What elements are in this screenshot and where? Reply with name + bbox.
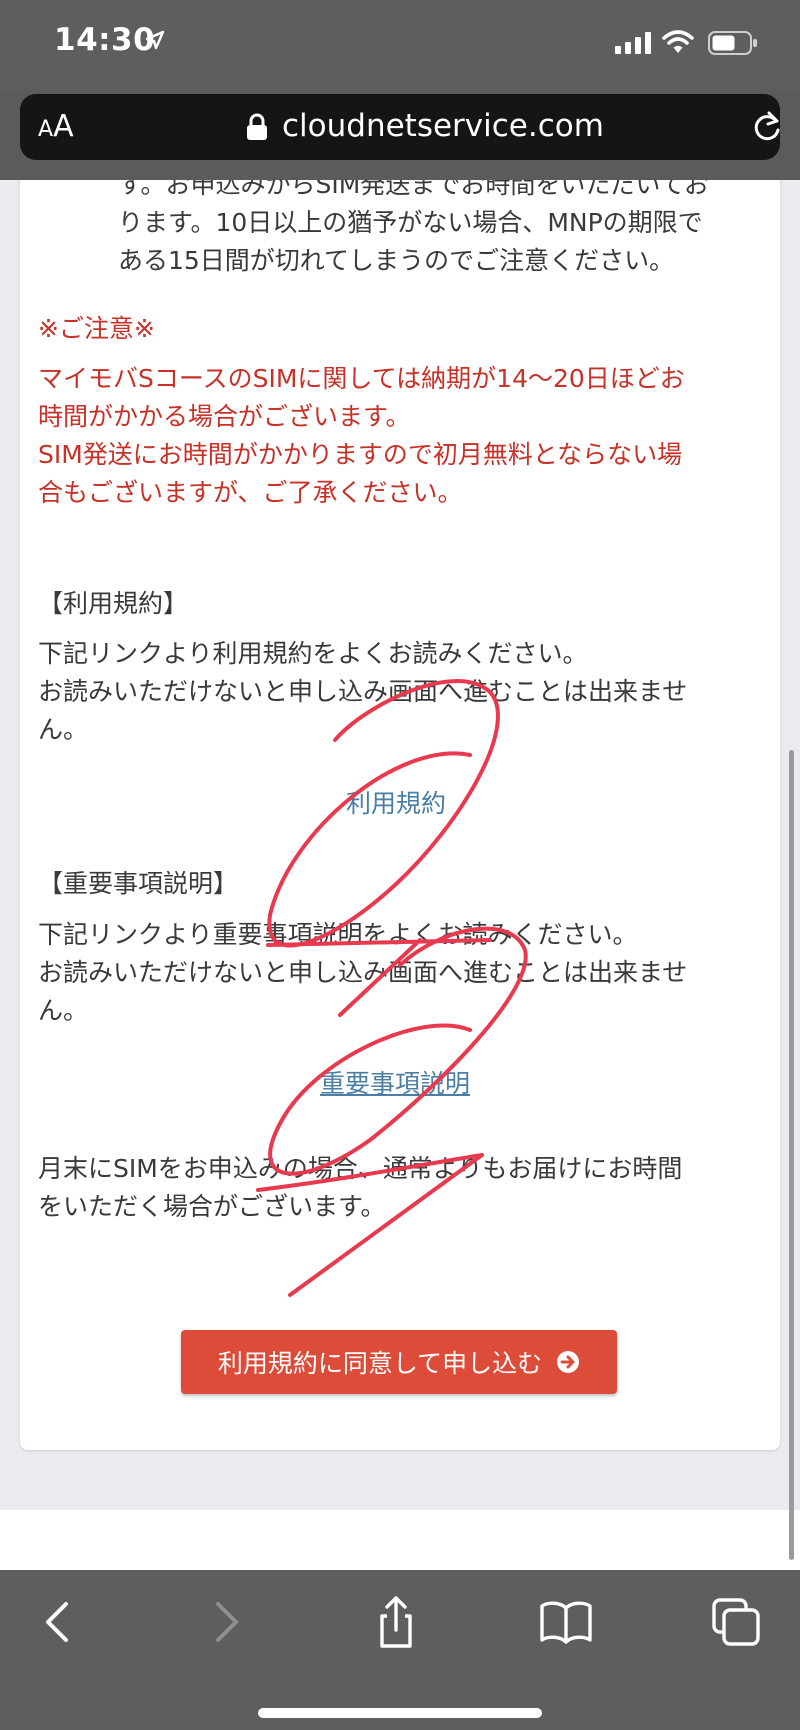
tabs-icon[interactable] <box>706 1592 766 1652</box>
notice-line: 合もございますが、ご了承ください。 <box>38 478 463 507</box>
terms-link[interactable]: 利用規約 <box>346 785 446 823</box>
bookmarks-icon[interactable] <box>536 1592 596 1652</box>
intro-line: す。お申込みからSIM発送までお時間をいただいてお <box>118 180 709 199</box>
important-line: お読みいただけないと申し込み画面へ進むことは出来ませ <box>38 958 688 987</box>
notice-line: 時間がかかる場合がございます。 <box>38 402 411 431</box>
location-arrow-icon <box>145 30 165 50</box>
share-icon[interactable] <box>366 1592 426 1652</box>
status-bar: 14:30 <box>0 0 800 90</box>
url-text[interactable]: cloudnetservice.com <box>282 106 604 146</box>
notice-heading: ※ご注意※ <box>38 314 155 343</box>
important-line: 下記リンクより重要事項説明をよくお読みください。 <box>38 920 638 949</box>
forward-chevron-icon[interactable] <box>196 1592 256 1652</box>
reload-icon[interactable] <box>750 110 784 144</box>
terms-line: お読みいただけないと申し込み画面へ進むことは出来ませ <box>38 677 688 706</box>
battery-icon <box>708 31 757 55</box>
notice-line: SIM発送にお時間がかかりますので初月無料とならない場 <box>38 440 683 469</box>
intro-line: ります。10日以上の猶予がない場合、MNPの期限で <box>118 208 703 237</box>
status-time: 14:30 <box>54 22 156 58</box>
notice-line: マイモバSコースのSIMに関しては納期が14〜20日ほどお <box>38 364 685 393</box>
month-end-line: 月末にSIMをお申込みの場合、通常よりもお届けにお時間 <box>38 1154 683 1183</box>
cellular-signal-icon <box>615 32 651 54</box>
terms-line: 下記リンクより利用規約をよくお読みください。 <box>38 639 588 668</box>
submit-button-label: 利用規約に同意して申し込む <box>217 1349 543 1378</box>
agree-and-apply-button[interactable]: 利用規約に同意して申し込む <box>181 1330 617 1394</box>
important-line: ん。 <box>38 996 89 1025</box>
text-size-button[interactable]: AA <box>38 108 74 146</box>
intro-line: ある15日間が切れてしまうのでご注意ください。 <box>118 246 675 275</box>
browser-toolbar <box>0 1570 800 1730</box>
month-end-line: をいただく場合がございます。 <box>38 1192 386 1221</box>
arrow-circle-right-icon <box>557 1351 580 1373</box>
home-indicator[interactable] <box>258 1708 542 1718</box>
page-viewport[interactable]: す。お申込みからSIM発送までお時間をいただいてお ります。10日以上の猶予がな… <box>0 180 800 1570</box>
scrollbar[interactable] <box>789 750 794 1560</box>
important-matters-link[interactable]: 重要事項説明 <box>320 1065 470 1103</box>
terms-line: ん。 <box>38 715 89 744</box>
wifi-icon <box>662 30 694 53</box>
content-card: す。お申込みからSIM発送までお時間をいただいてお ります。10日以上の猶予がな… <box>20 180 780 1450</box>
terms-heading: 【利用規約】 <box>38 589 189 618</box>
back-chevron-icon[interactable] <box>28 1592 88 1652</box>
important-heading: 【重要事項説明】 <box>38 869 239 898</box>
address-bar[interactable]: AA cloudnetservice.com <box>20 94 780 160</box>
lock-icon <box>247 113 267 140</box>
